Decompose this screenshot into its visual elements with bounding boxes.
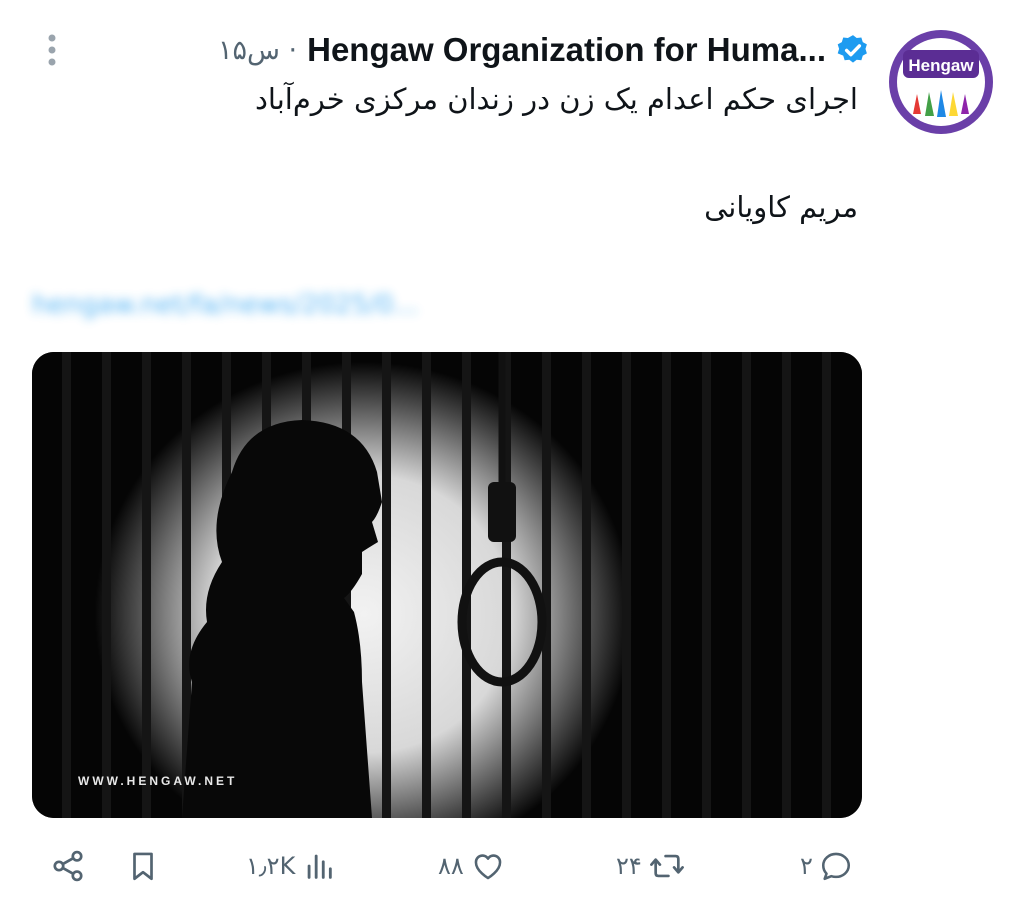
share-button[interactable]	[50, 838, 86, 894]
retweet-button[interactable]: ۲۴	[616, 838, 686, 894]
share-icon	[53, 850, 83, 882]
retweet-icon	[649, 854, 684, 878]
like-icon	[474, 854, 502, 880]
views-button[interactable]: ۱٫۲K	[246, 838, 337, 894]
views-count: ۱٫۲K	[246, 852, 296, 880]
views-icon	[307, 854, 333, 879]
like-count: ۸۸	[438, 852, 464, 880]
like-button[interactable]: ۸۸	[438, 838, 506, 894]
reply-button[interactable]: ۲	[800, 838, 853, 894]
tweet-text-line-1: اجرای حکم اعدام یک زن در زندان مرکزی خرم…	[254, 82, 858, 116]
bookmark-icon	[133, 852, 153, 881]
avatar[interactable]: Hengaw	[889, 30, 993, 134]
reply-count: ۲	[800, 852, 813, 880]
verified-badge-icon	[837, 35, 867, 63]
tweet-actions: ۲ ۲۴ ۸۸ ۱٫۲K	[0, 838, 1024, 894]
tweet-media[interactable]: WWW.HENGAW.NET	[32, 352, 862, 818]
hands-logo-icon	[913, 90, 969, 117]
retweet-count: ۲۴	[616, 852, 642, 880]
prison-silhouette-image	[32, 352, 862, 818]
tweet-link[interactable]: hengaw.net/fa/news/2025/0...	[32, 290, 580, 330]
reply-icon	[821, 852, 850, 881]
tweet-time[interactable]: ۱۵س ·	[218, 35, 297, 66]
tweet-header: ۱۵س · Hengaw Organization for Huma...	[40, 28, 870, 72]
avatar-logo-text: Hengaw	[908, 56, 974, 75]
media-watermark: WWW.HENGAW.NET	[78, 774, 238, 788]
author-name[interactable]: Hengaw Organization for Huma...	[307, 31, 826, 69]
bookmark-button[interactable]	[126, 838, 160, 894]
tweet-text-line-2: مریم کاویانی	[704, 190, 858, 224]
